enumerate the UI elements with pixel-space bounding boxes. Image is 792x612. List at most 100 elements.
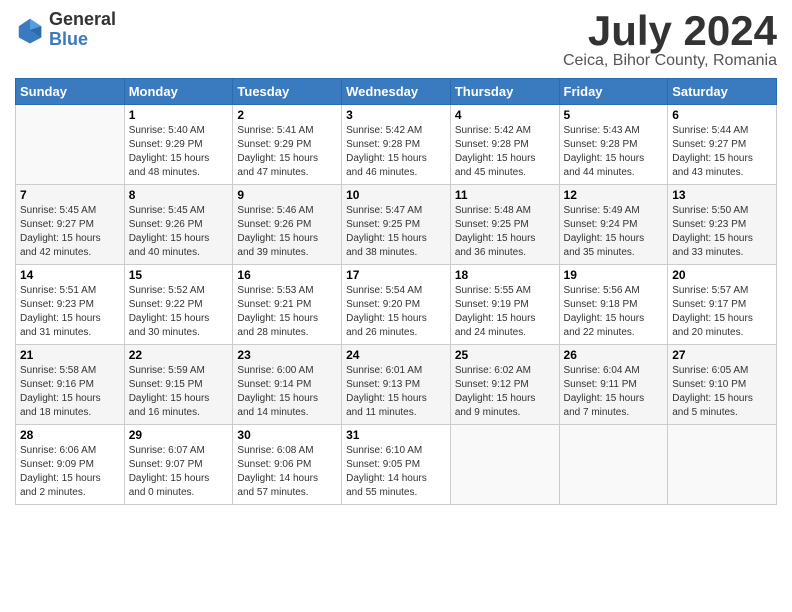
calendar-table: SundayMondayTuesdayWednesdayThursdayFrid…: [15, 78, 777, 505]
calendar-cell: 8Sunrise: 5:45 AMSunset: 9:26 PMDaylight…: [124, 185, 233, 265]
header-thursday: Thursday: [450, 79, 559, 105]
day-info: Sunrise: 5:57 AMSunset: 9:17 PMDaylight:…: [672, 284, 772, 340]
calendar-cell: 15Sunrise: 5:52 AMSunset: 9:22 PMDayligh…: [124, 265, 233, 345]
header-tuesday: Tuesday: [233, 79, 342, 105]
title-section: July 2024 Ceica, Bihor County, Romania: [563, 10, 777, 70]
day-info: Sunrise: 5:56 AMSunset: 9:18 PMDaylight:…: [564, 284, 664, 340]
calendar-cell: 14 Sunrise: 5:51 AMSunset: 9:23 PMDayligh…: [16, 265, 125, 345]
day-info: Sunrise: 5:51 AMSunset: 9:23 PMDaylight:…: [20, 284, 120, 340]
day-number: 20: [672, 268, 772, 282]
main-title: July 2024: [563, 10, 777, 52]
calendar-cell: 30 Sunrise: 6:08 AMSunset: 9:06 PMDayligh…: [233, 425, 342, 505]
day-info: Sunrise: 6:06 AMSunset: 9:09 PMDaylight:…: [20, 444, 120, 500]
day-info: Sunrise: 5:41 AMSunset: 9:29 PMDaylight:…: [237, 124, 337, 180]
day-info: Sunrise: 6:00 AMSunset: 9:14 PMDaylight:…: [237, 364, 337, 420]
calendar-cell: 29 Sunrise: 6:07 AMSunset: 9:07 PMDayligh…: [124, 425, 233, 505]
day-number: 26: [564, 348, 664, 362]
calendar-cell: 5 Sunrise: 5:43 AMSunset: 9:28 PMDaylight…: [559, 105, 668, 185]
calendar-cell: [668, 425, 777, 505]
day-info: Sunrise: 5:44 AMSunset: 9:27 PMDaylight:…: [672, 124, 772, 180]
day-info: Sunrise: 5:47 AMSunset: 9:25 PMDaylight:…: [346, 204, 446, 260]
day-info: Sunrise: 6:04 AMSunset: 9:11 PMDaylight:…: [564, 364, 664, 420]
calendar-cell: 13Sunrise: 5:50 AMSunset: 9:23 PMDayligh…: [668, 185, 777, 265]
day-number: 23: [237, 348, 337, 362]
day-info: Sunrise: 6:05 AMSunset: 9:10 PMDaylight:…: [672, 364, 772, 420]
day-info: Sunrise: 5:40 AMSunset: 9:29 PMDaylight:…: [129, 124, 229, 180]
day-info: Sunrise: 5:42 AMSunset: 9:28 PMDaylight:…: [455, 124, 555, 180]
calendar-cell: [450, 425, 559, 505]
day-number: 6: [672, 108, 772, 122]
day-number: 24: [346, 348, 446, 362]
logo-blue: Blue: [49, 30, 116, 50]
day-info: Sunrise: 6:08 AMSunset: 9:06 PMDaylight:…: [237, 444, 337, 500]
day-number: 27: [672, 348, 772, 362]
day-number: 29: [129, 428, 229, 442]
calendar-cell: 9Sunrise: 5:46 AMSunset: 9:26 PMDaylight…: [233, 185, 342, 265]
day-number: 17: [346, 268, 446, 282]
day-number: 7: [20, 188, 120, 202]
calendar-cell: 20 Sunrise: 5:57 AMSunset: 9:17 PMDayligh…: [668, 265, 777, 345]
day-info: Sunrise: 5:55 AMSunset: 9:19 PMDaylight:…: [455, 284, 555, 340]
day-number: 13: [672, 188, 772, 202]
day-info: Sunrise: 6:07 AMSunset: 9:07 PMDaylight:…: [129, 444, 229, 500]
calendar-cell: 4 Sunrise: 5:42 AMSunset: 9:28 PMDaylight…: [450, 105, 559, 185]
day-number: 5: [564, 108, 664, 122]
calendar-cell: 6 Sunrise: 5:44 AMSunset: 9:27 PMDaylight…: [668, 105, 777, 185]
calendar-cell: 22 Sunrise: 5:59 AMSunset: 9:15 PMDayligh…: [124, 345, 233, 425]
calendar-cell: 1Sunrise: 5:40 AMSunset: 9:29 PMDaylight…: [124, 105, 233, 185]
week-row-5: 28 Sunrise: 6:06 AMSunset: 9:09 PMDayligh…: [16, 425, 777, 505]
day-info: Sunrise: 5:45 AMSunset: 9:26 PMDaylight:…: [129, 204, 229, 260]
calendar-cell: 24 Sunrise: 6:01 AMSunset: 9:13 PMDayligh…: [342, 345, 451, 425]
day-number: 25: [455, 348, 555, 362]
day-info: Sunrise: 5:59 AMSunset: 9:15 PMDaylight:…: [129, 364, 229, 420]
calendar-cell: 25Sunrise: 6:02 AMSunset: 9:12 PMDayligh…: [450, 345, 559, 425]
header-row: SundayMondayTuesdayWednesdayThursdayFrid…: [16, 79, 777, 105]
week-row-2: 7 Sunrise: 5:45 AMSunset: 9:27 PMDaylight…: [16, 185, 777, 265]
day-info: Sunrise: 5:58 AMSunset: 9:16 PMDaylight:…: [20, 364, 120, 420]
calendar-cell: 27 Sunrise: 6:05 AMSunset: 9:10 PMDayligh…: [668, 345, 777, 425]
day-number: 10: [346, 188, 446, 202]
calendar-cell: 28 Sunrise: 6:06 AMSunset: 9:09 PMDayligh…: [16, 425, 125, 505]
calendar-cell: 7 Sunrise: 5:45 AMSunset: 9:27 PMDaylight…: [16, 185, 125, 265]
calendar-cell: 10 Sunrise: 5:47 AMSunset: 9:25 PMDayligh…: [342, 185, 451, 265]
day-number: 22: [129, 348, 229, 362]
logo-general: General: [49, 10, 116, 30]
calendar-header: SundayMondayTuesdayWednesdayThursdayFrid…: [16, 79, 777, 105]
day-number: 31: [346, 428, 446, 442]
header-sunday: Sunday: [16, 79, 125, 105]
day-info: Sunrise: 6:10 AMSunset: 9:05 PMDaylight:…: [346, 444, 446, 500]
calendar-cell: [16, 105, 125, 185]
day-info: Sunrise: 6:01 AMSunset: 9:13 PMDaylight:…: [346, 364, 446, 420]
day-number: 15: [129, 268, 229, 282]
calendar-cell: 16 Sunrise: 5:53 AMSunset: 9:21 PMDayligh…: [233, 265, 342, 345]
calendar-cell: 3Sunrise: 5:42 AMSunset: 9:28 PMDaylight…: [342, 105, 451, 185]
calendar-body: 1Sunrise: 5:40 AMSunset: 9:29 PMDaylight…: [16, 105, 777, 505]
day-info: Sunrise: 5:53 AMSunset: 9:21 PMDaylight:…: [237, 284, 337, 340]
day-number: 14: [20, 268, 120, 282]
calendar-cell: 12Sunrise: 5:49 AMSunset: 9:24 PMDayligh…: [559, 185, 668, 265]
day-number: 12: [564, 188, 664, 202]
week-row-3: 14 Sunrise: 5:51 AMSunset: 9:23 PMDayligh…: [16, 265, 777, 345]
day-number: 4: [455, 108, 555, 122]
day-info: Sunrise: 5:48 AMSunset: 9:25 PMDaylight:…: [455, 204, 555, 260]
day-number: 2: [237, 108, 337, 122]
week-row-4: 21Sunrise: 5:58 AMSunset: 9:16 PMDayligh…: [16, 345, 777, 425]
week-row-1: 1Sunrise: 5:40 AMSunset: 9:29 PMDaylight…: [16, 105, 777, 185]
day-info: Sunrise: 5:54 AMSunset: 9:20 PMDaylight:…: [346, 284, 446, 340]
day-info: Sunrise: 5:43 AMSunset: 9:28 PMDaylight:…: [564, 124, 664, 180]
day-number: 18: [455, 268, 555, 282]
logo-text: General Blue: [49, 10, 116, 50]
calendar-cell: 2 Sunrise: 5:41 AMSunset: 9:29 PMDaylight…: [233, 105, 342, 185]
header-wednesday: Wednesday: [342, 79, 451, 105]
day-number: 28: [20, 428, 120, 442]
day-number: 30: [237, 428, 337, 442]
calendar-cell: 31 Sunrise: 6:10 AMSunset: 9:05 PMDayligh…: [342, 425, 451, 505]
day-number: 16: [237, 268, 337, 282]
calendar-cell: 18 Sunrise: 5:55 AMSunset: 9:19 PMDayligh…: [450, 265, 559, 345]
logo-icon: [15, 15, 45, 45]
calendar-cell: 21Sunrise: 5:58 AMSunset: 9:16 PMDayligh…: [16, 345, 125, 425]
calendar-cell: 17 Sunrise: 5:54 AMSunset: 9:20 PMDayligh…: [342, 265, 451, 345]
day-info: Sunrise: 5:46 AMSunset: 9:26 PMDaylight:…: [237, 204, 337, 260]
day-info: Sunrise: 5:45 AMSunset: 9:27 PMDaylight:…: [20, 204, 120, 260]
day-number: 3: [346, 108, 446, 122]
